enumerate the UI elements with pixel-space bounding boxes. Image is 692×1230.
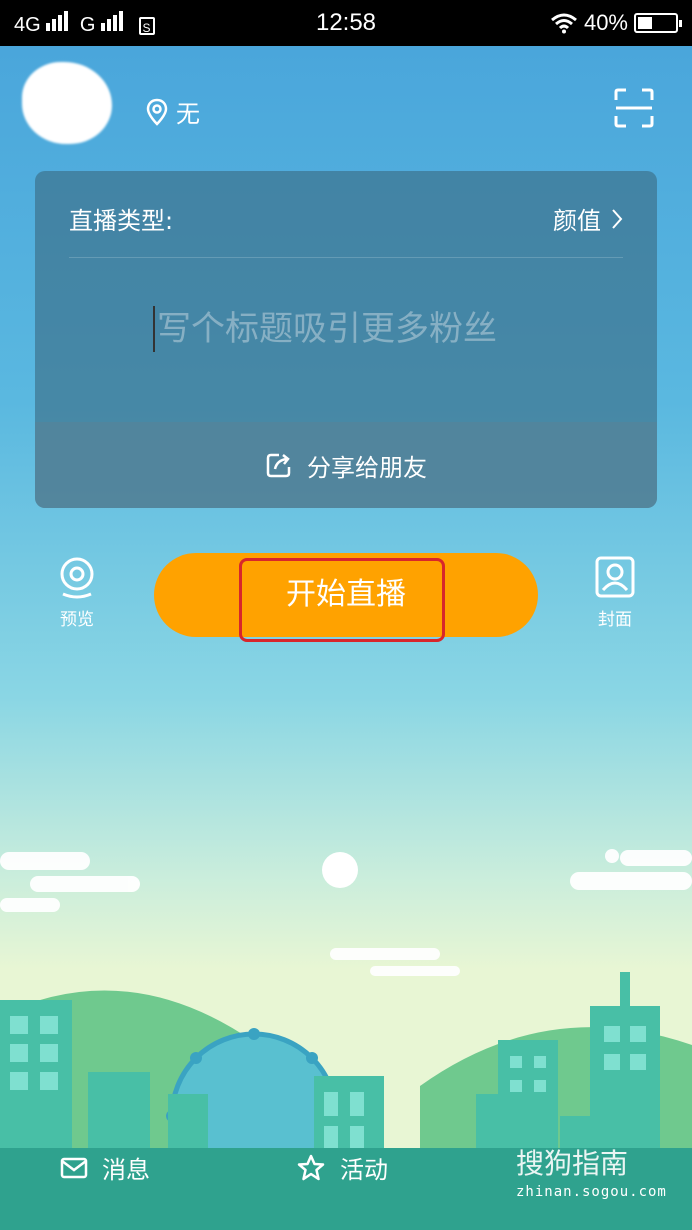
nav-messages[interactable]: 消息 <box>60 1150 150 1185</box>
title-input[interactable]: 写个标题吸引更多粉丝 <box>153 306 577 352</box>
avatar[interactable] <box>22 62 112 144</box>
nav-messages-label: 消息 <box>102 1156 150 1184</box>
watermark-url: zhinan.sogou.com <box>516 1184 667 1200</box>
camera-icon <box>60 557 94 599</box>
preview-label: 预览 <box>60 610 94 630</box>
live-settings-panel: 直播类型: 颜值 写个标题吸引更多粉丝 分享给朋友 <box>35 171 657 508</box>
live-type-value[interactable]: 颜值 <box>553 201 623 236</box>
watermark-brand: 搜狗指南 <box>516 1147 629 1180</box>
status-bar: 4G G S 12:58 40% <box>0 0 692 46</box>
nav-activity[interactable]: 活动 <box>296 1150 388 1185</box>
wifi-icon <box>550 13 577 34</box>
share-label: 分享给朋友 <box>307 453 427 482</box>
watermark: 搜狗指南 zhinan.sogou.com <box>516 1142 667 1200</box>
live-setup-screen: 无 直播类型: 颜值 写个标题吸引更多粉丝 分享给朋友 预览 开始直播 封面 消… <box>0 46 692 1230</box>
battery-icon <box>634 13 682 33</box>
live-type-row[interactable]: 直播类型: 颜值 <box>69 189 623 258</box>
share-button[interactable]: 分享给朋友 <box>35 422 657 508</box>
cover-label: 封面 <box>598 610 632 630</box>
envelope-icon <box>60 1157 88 1178</box>
location-label: 无 <box>176 100 200 128</box>
live-type-value-text: 颜值 <box>553 207 601 235</box>
chevron-right-icon <box>612 208 623 229</box>
battery-percent: 40% <box>583 10 628 35</box>
scan-icon[interactable] <box>614 88 654 128</box>
cover-button[interactable]: 封面 <box>575 556 655 630</box>
live-type-label: 直播类型: <box>69 207 174 235</box>
preview-button[interactable]: 预览 <box>37 556 117 630</box>
share-icon <box>266 453 291 478</box>
highlight-box <box>239 558 445 642</box>
location[interactable]: 无 <box>146 94 200 129</box>
nav-activity-label: 活动 <box>340 1156 388 1184</box>
portrait-icon <box>595 556 635 598</box>
status-right: 40% <box>550 10 682 36</box>
star-icon <box>297 1154 325 1180</box>
location-pin-icon <box>146 98 168 126</box>
sun-icon <box>322 852 358 888</box>
